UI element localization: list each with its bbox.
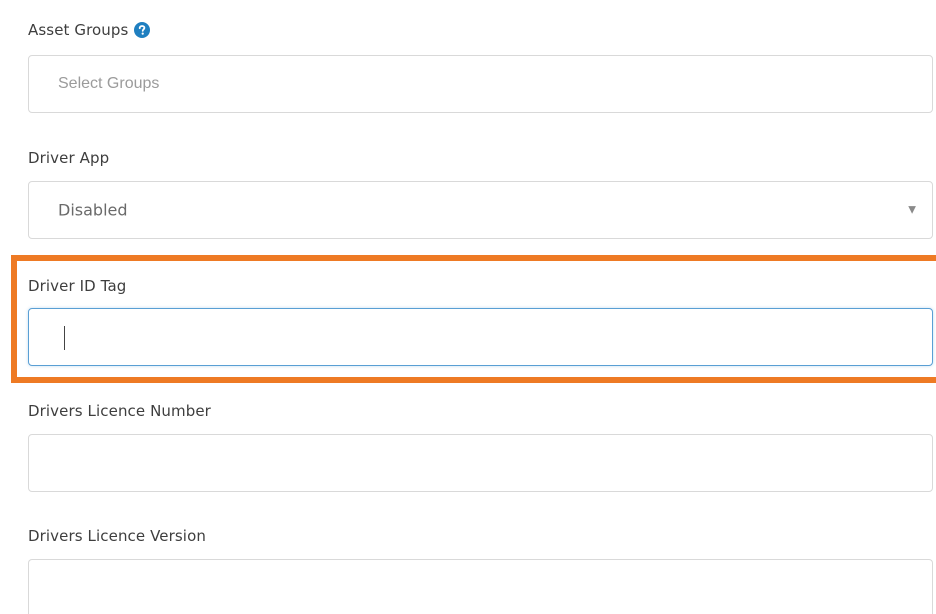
asset-groups-placeholder: Select Groups — [58, 75, 160, 92]
text-cursor — [64, 326, 65, 350]
question-circle-icon[interactable] — [134, 22, 151, 38]
driver-form: Asset Groups Select Groups Driver App Di… — [0, 0, 936, 614]
driver-id-tag-input[interactable] — [28, 308, 933, 366]
drivers-licence-version-input[interactable] — [28, 559, 933, 614]
driver-app-select[interactable]: Disabled ▼ — [28, 181, 933, 239]
drivers-licence-number-label: Drivers Licence Number — [28, 402, 211, 420]
driver-app-value: Disabled — [58, 200, 128, 220]
drivers-licence-number-input[interactable] — [28, 434, 933, 492]
asset-groups-label: Asset Groups — [28, 21, 129, 39]
asset-groups-select[interactable]: Select Groups — [28, 55, 933, 113]
asset-groups-label-row: Asset Groups — [28, 21, 151, 39]
drivers-licence-version-label: Drivers Licence Version — [28, 527, 206, 545]
driver-id-tag-label: Driver ID Tag — [28, 277, 127, 295]
triangle-down-icon: ▼ — [908, 204, 916, 216]
driver-app-label: Driver App — [28, 149, 110, 167]
